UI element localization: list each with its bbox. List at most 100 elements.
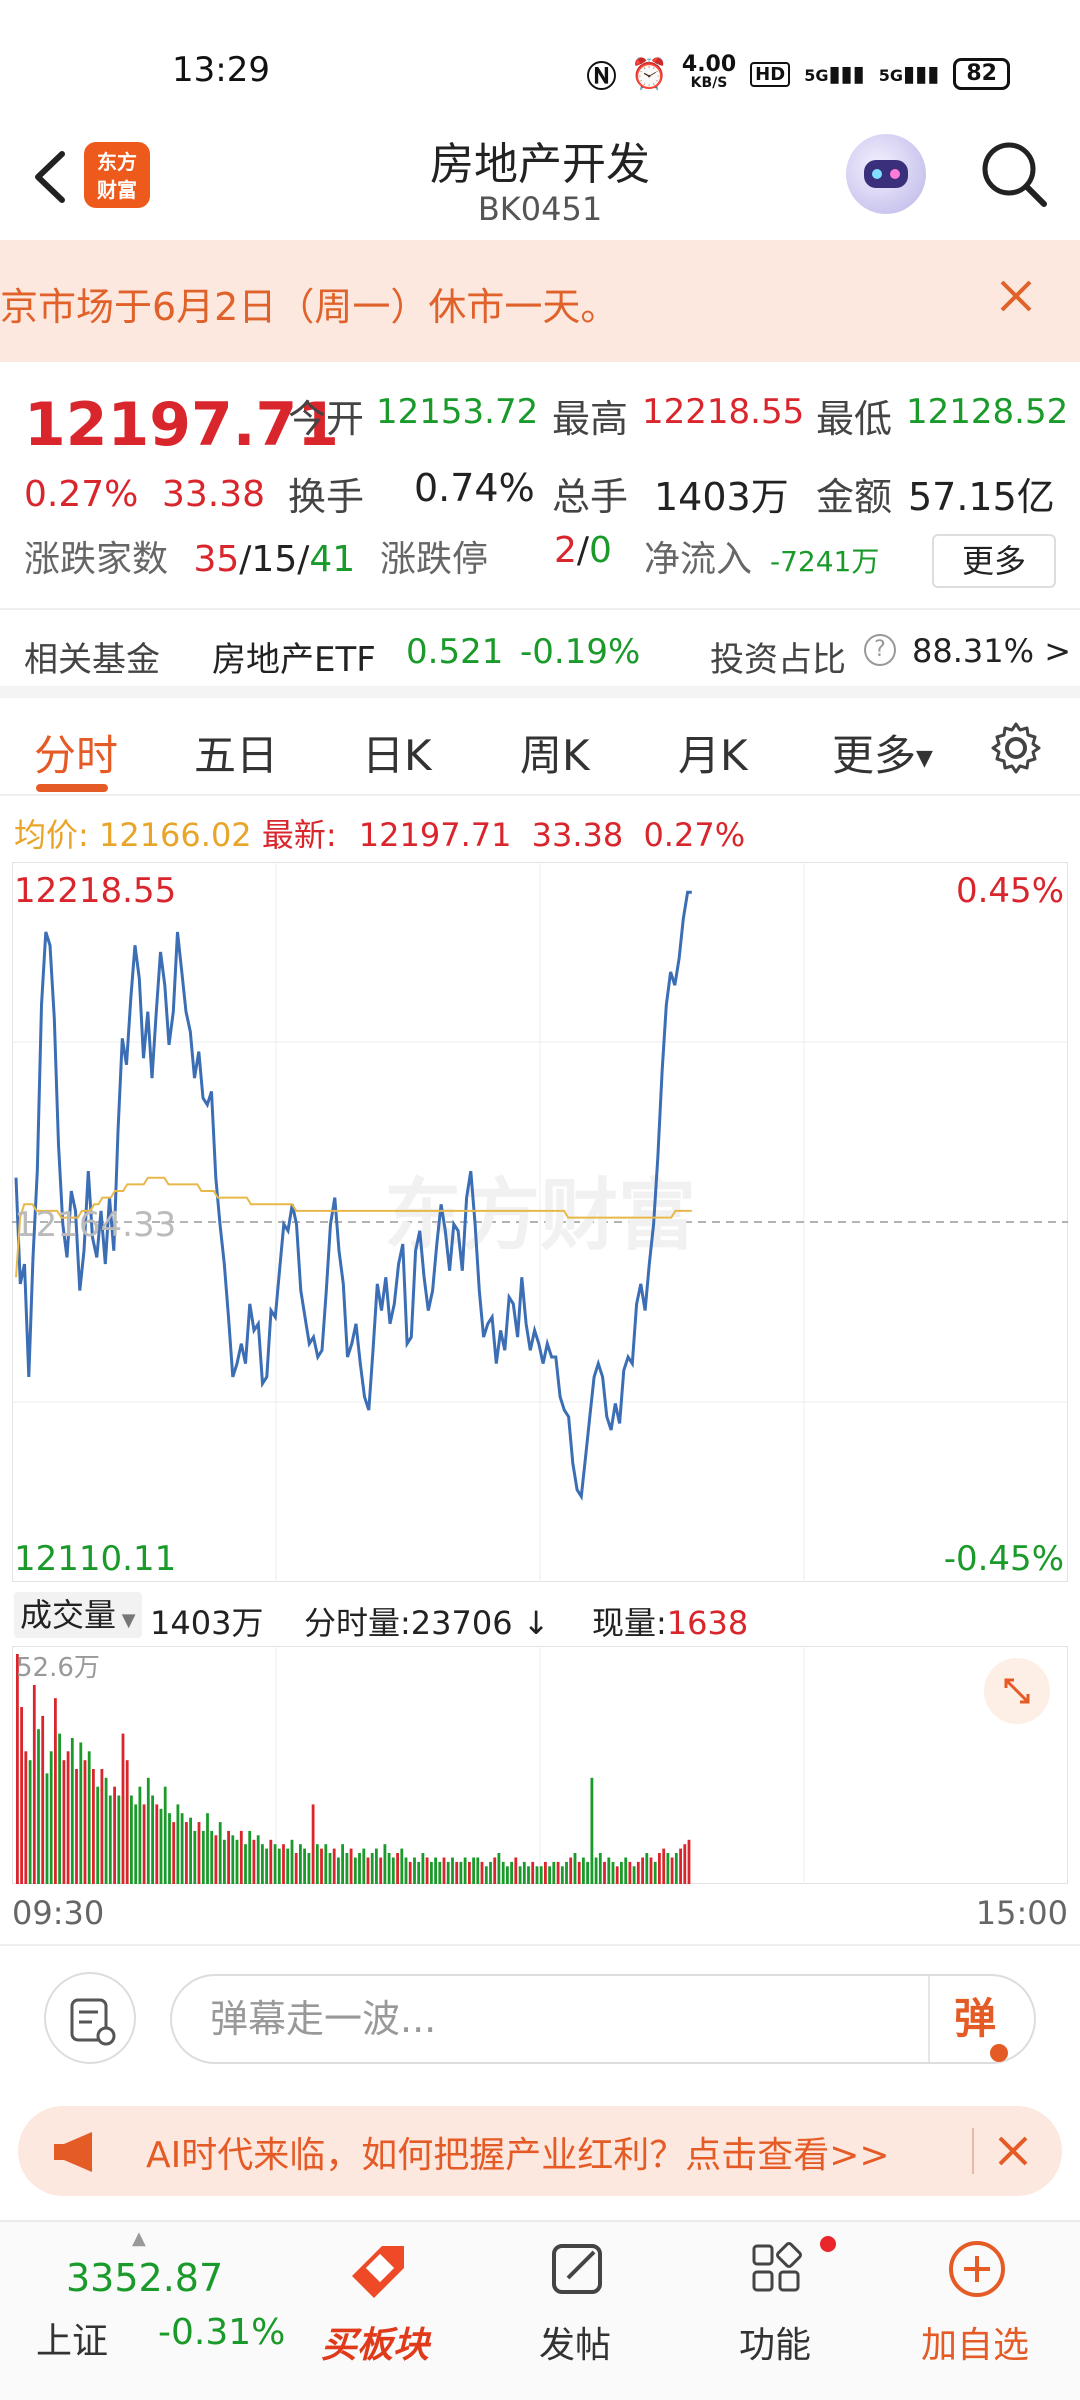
open-label: 今开 (288, 397, 365, 441)
volume-bar (653, 1861, 657, 1884)
chart-settings-button[interactable] (988, 720, 1044, 776)
volume-bar (446, 1861, 450, 1884)
volume-bar (662, 1848, 666, 1884)
tab-daily-k[interactable]: 日K (362, 722, 432, 783)
net-speed: 4.00 KB/S (682, 54, 736, 92)
related-funds-row[interactable]: 相关基金 房地产ETF 0.521 -0.19% 投资占比 ? 88.31% > (0, 608, 1080, 698)
danmu-input[interactable]: 弹幕走一波... (170, 1974, 1036, 2064)
volume-bar (514, 1857, 518, 1884)
volume-bar (218, 1822, 222, 1884)
chart-tabs: 分时 五日 日K 周K 月K 更多▼ (0, 700, 1080, 796)
latest-label: 最新: (261, 816, 337, 854)
volume-bar (328, 1853, 332, 1884)
volume-bar (497, 1853, 501, 1884)
volume-bar (206, 1813, 209, 1884)
change-value: 33.38 (162, 474, 266, 515)
up-count: 35 (193, 539, 240, 580)
buy-sector-icon (352, 2246, 404, 2298)
volume-bar (231, 1835, 235, 1884)
promo-banner[interactable]: AI时代来临，如何把握产业红利？点击查看>> (18, 2106, 1062, 2196)
nav-buy-sector[interactable]: 买板块 (300, 2236, 450, 2386)
tab-weekly-k[interactable]: 周K (520, 722, 590, 783)
more-quote-button[interactable]: 更多 (932, 534, 1056, 588)
limit-counts: 2/0 (554, 530, 612, 571)
volume-bar (362, 1848, 366, 1884)
watchlist-label: 加自选 (920, 2325, 1029, 2366)
buy-sector-label: 买板块 (320, 2325, 429, 2366)
volume-selector[interactable]: 成交量 ▼ (14, 1592, 142, 1638)
volume-chart[interactable]: 52.6万 (12, 1646, 1068, 1884)
danmu-toggle-button[interactable]: 弹 (928, 1976, 1032, 2062)
volume-bar (506, 1866, 509, 1884)
volume-bar (594, 1857, 598, 1884)
help-icon[interactable]: ? (864, 634, 896, 666)
volume-bar (286, 1848, 290, 1884)
megaphone-icon (48, 2124, 104, 2180)
tab-monthly-k[interactable]: 月K (678, 722, 748, 783)
market-notice[interactable]: 京市场于6月2日（周一）休市一天。 (0, 240, 1080, 362)
volume-bar (624, 1857, 628, 1884)
volume-bar (104, 1777, 108, 1884)
volume-bar (87, 1751, 91, 1884)
volume-bar (303, 1848, 306, 1884)
volume-bar (125, 1760, 129, 1884)
volume-bar (96, 1786, 100, 1884)
ai-assistant-icon[interactable] (846, 134, 926, 214)
add-circle-icon (949, 2241, 1005, 2297)
volume-bar (476, 1857, 480, 1884)
intraday-chart[interactable]: 东方财富 12218.55 0.45% 12164.33 12110.11 -0… (12, 862, 1068, 1582)
low-value: 12128.52 (906, 392, 1069, 432)
avg-latest-row: 均价: 12166.02 最新: 12197.71 33.38 0.27% (14, 810, 745, 856)
tab-more[interactable]: 更多▼ (832, 722, 933, 783)
current-volume-label: 现量: (592, 1604, 667, 1642)
index-ticker[interactable]: ▲ 3352.87 上证 -0.31% (0, 2222, 285, 2400)
nav-add-watchlist[interactable]: 加自选 (900, 2236, 1050, 2386)
volume-bar (151, 1795, 154, 1884)
volume-bar (451, 1857, 454, 1884)
nav-post[interactable]: 发帖 (500, 2236, 650, 2386)
volume-bar (130, 1795, 133, 1884)
per-minute-value: 23706 (410, 1604, 513, 1642)
tab-more-label: 更多 (832, 731, 917, 780)
volume-bar (273, 1844, 277, 1884)
amount-value: 57.15亿 (908, 475, 1055, 519)
tab-five-day[interactable]: 五日 (194, 722, 278, 783)
volume-bar (645, 1853, 649, 1884)
volume-bar (261, 1844, 264, 1884)
ratio-value[interactable]: 88.31% > (912, 632, 1071, 670)
nav-functions[interactable]: 功能 (700, 2236, 850, 2386)
promo-close-button[interactable] (984, 2122, 1042, 2180)
search-button[interactable] (976, 136, 1052, 212)
volume-bar (79, 1742, 83, 1884)
volume-bar (548, 1866, 551, 1884)
limit-up-count: 2 (554, 530, 577, 571)
volume-bar (252, 1839, 256, 1884)
volume-bar (501, 1861, 505, 1884)
volume-bar (442, 1857, 446, 1884)
volume-bar (277, 1848, 281, 1884)
volume-bar (628, 1861, 632, 1884)
volume-bar (37, 1729, 40, 1884)
expand-chart-button[interactable] (984, 1658, 1050, 1724)
volume-bar (679, 1848, 682, 1884)
close-icon (998, 2136, 1028, 2166)
volume-bar (573, 1853, 577, 1884)
robot-icon (864, 160, 908, 188)
y-mid-label: 12164.33 (14, 1205, 176, 1245)
tab-intraday[interactable]: 分时 (34, 722, 118, 783)
volume-bar (404, 1857, 408, 1884)
breadth-row: 涨跌家数 35/15/41 (24, 530, 355, 582)
updown-label: 涨跌家数 (24, 539, 169, 580)
volume-bar (66, 1751, 70, 1884)
notice-close-button[interactable] (986, 266, 1046, 326)
volume-bar (459, 1861, 463, 1884)
volume-bar (421, 1853, 425, 1884)
fund-name[interactable]: 房地产ETF (212, 632, 376, 681)
volume-bar (590, 1777, 594, 1884)
volume-bar (176, 1804, 180, 1884)
bottom-nav: ▲ 3352.87 上证 -0.31% 买板块 发帖 功能 加自选 (0, 2220, 1080, 2400)
volume-bar (100, 1769, 104, 1884)
comment-settings-button[interactable] (44, 1972, 136, 2064)
volume-bar (345, 1853, 349, 1884)
volume-bar (62, 1760, 66, 1884)
